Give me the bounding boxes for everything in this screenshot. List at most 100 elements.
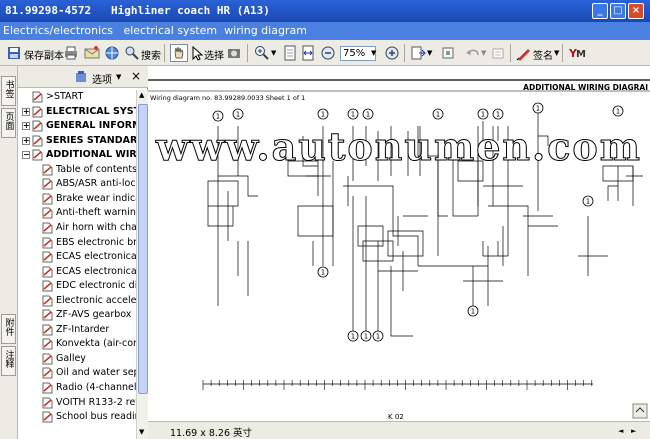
- search-icon[interactable]: [124, 45, 140, 61]
- close-icon: ×: [631, 5, 641, 16]
- bookmark-item[interactable]: ZF-AVS gearbox: [18, 308, 136, 322]
- sign-chevron-icon[interactable]: ▼: [554, 49, 559, 57]
- fit-width-icon[interactable]: [300, 45, 316, 61]
- options-menu-button[interactable]: 选项: [92, 71, 112, 86]
- minimize-button[interactable]: _: [592, 3, 608, 19]
- sign-pen-icon[interactable]: [516, 45, 532, 61]
- undo-icon[interactable]: [465, 45, 481, 61]
- connector-number: 1: [364, 333, 368, 341]
- wiring-diagram: 1 1 1 1 1 1 1 11 1111 1 11: [148, 79, 650, 390]
- bookmark-label: ZF-AVS gearbox: [56, 309, 132, 321]
- bookmark-item[interactable]: Radio (4-channel au: [18, 381, 136, 395]
- bookmark-section[interactable]: >START: [18, 90, 136, 104]
- bookmark-label: EBS electronic brake: [56, 236, 136, 248]
- chevron-down-icon[interactable]: ▼: [271, 49, 276, 57]
- yahoo-messenger-icon[interactable]: YM: [568, 45, 588, 61]
- bookmark-page-icon: [42, 178, 53, 190]
- bookmark-label: ABS/ASR anti-lock br: [56, 178, 136, 190]
- status-left-arrow-icon[interactable]: ◄: [618, 427, 623, 435]
- fit-page-icon[interactable]: [282, 45, 298, 61]
- hand-tool-icon[interactable]: [170, 44, 188, 62]
- tab-attachments[interactable]: 附件: [1, 314, 16, 344]
- save-copy-button[interactable]: 保存副本: [24, 47, 64, 65]
- connector-number: 1: [376, 333, 380, 341]
- sign-button[interactable]: 签名: [533, 47, 553, 65]
- bookmark-item[interactable]: Table of contents: [18, 163, 136, 177]
- bookmark-item[interactable]: ABS/ASR anti-lock br: [18, 177, 136, 191]
- connector-number: 1: [616, 108, 620, 116]
- bookmark-page-icon: [42, 280, 53, 292]
- save-copy-icon[interactable]: [6, 45, 22, 61]
- bookmark-item[interactable]: Konvekta (air-conditi: [18, 337, 136, 351]
- title-bar: 81.99298-4572 Highliner coach HR (A13) _…: [0, 0, 650, 22]
- bookmark-item[interactable]: ZF-Intarder: [18, 323, 136, 337]
- bookmark-page-icon: [32, 135, 43, 147]
- scroll-up-icon[interactable]: ▲: [139, 91, 144, 99]
- expand-icon[interactable]: +: [22, 136, 30, 145]
- main-toolbar: 保存副本 搜索 选择 ▼ 75% ▼ ▼ ▼ 签名 ▼ YM: [0, 40, 650, 66]
- search-button[interactable]: 搜索: [141, 47, 161, 65]
- print-icon[interactable]: [63, 45, 79, 61]
- maximize-button[interactable]: □: [610, 3, 626, 19]
- bookmark-section[interactable]: − ADDITIONAL WIRING: [18, 148, 136, 162]
- redo-icon[interactable]: [490, 45, 506, 61]
- bookmark-page-icon: [32, 120, 43, 132]
- sheet-reference: K 02: [388, 413, 404, 421]
- bookmark-section[interactable]: + SERIES STANDARD: [18, 134, 136, 148]
- status-right-arrow-icon[interactable]: ►: [631, 427, 636, 435]
- layout-chevron-icon[interactable]: ▼: [427, 49, 432, 57]
- email-icon[interactable]: [84, 45, 100, 61]
- bookmark-item[interactable]: Oil and water separa: [18, 366, 136, 380]
- rotate-view-icon[interactable]: [440, 45, 456, 61]
- bookmark-section[interactable]: + ELECTRICAL SYSTEM: [18, 105, 136, 119]
- bookmark-item[interactable]: ECAS electronically c: [18, 265, 136, 279]
- bookmark-label: >START: [46, 91, 84, 102]
- page-layout-icon[interactable]: [410, 45, 426, 61]
- watermark: www.autonumen.com: [156, 124, 642, 170]
- zoom-out-icon[interactable]: [320, 45, 336, 61]
- options-chevron-icon[interactable]: ▼: [116, 73, 121, 81]
- diagram-header: ADDITIONAL WIRING DIAGRAI: [523, 83, 648, 92]
- expand-icon[interactable]: +: [22, 122, 30, 131]
- bookmark-label: Oil and water separa: [56, 367, 136, 379]
- bookmark-item[interactable]: Brake wear indicator: [18, 192, 136, 206]
- zoom-dropdown-chevron-icon[interactable]: ▼: [371, 49, 376, 57]
- bookmark-item[interactable]: School bus readines: [18, 410, 136, 424]
- close-panel-icon[interactable]: ×: [131, 69, 141, 83]
- scrollbar-thumb[interactable]: [138, 104, 148, 394]
- collapse-icon[interactable]: −: [22, 151, 30, 160]
- bookmark-item[interactable]: Anti-theft warning sy: [18, 206, 136, 220]
- connector-number: 1: [586, 198, 590, 206]
- zoom-in-tool-icon[interactable]: [254, 45, 270, 61]
- tab-pages[interactable]: 页面: [1, 108, 16, 138]
- zoom-in-icon[interactable]: [384, 45, 400, 61]
- bookmark-options-icon[interactable]: [74, 70, 88, 84]
- bookmark-page-icon: [42, 193, 53, 205]
- connector-number: 1: [321, 269, 325, 277]
- tab-comments[interactable]: 注释: [1, 346, 16, 376]
- bookmark-item[interactable]: Electronic accelerato: [18, 294, 136, 308]
- undo-chevron-icon[interactable]: ▼: [481, 49, 486, 57]
- bookmark-page-icon: [42, 222, 53, 234]
- bookmark-item[interactable]: Air horn with change: [18, 221, 136, 235]
- bookmark-label: Galley: [56, 352, 86, 364]
- network-icon[interactable]: [104, 45, 120, 61]
- close-button[interactable]: ×: [628, 3, 644, 19]
- expand-icon[interactable]: +: [22, 107, 30, 116]
- scroll-down-icon[interactable]: ▼: [139, 428, 144, 436]
- bookmark-section[interactable]: + GENERAL INFORMATION: [18, 119, 136, 133]
- bookmark-item[interactable]: VOITH R133-2 retarc: [18, 396, 136, 410]
- bookmark-page-icon: [42, 251, 53, 263]
- bookmark-item[interactable]: Galley: [18, 352, 136, 366]
- select-tool-button[interactable]: 选择: [204, 47, 224, 65]
- bookmark-item[interactable]: EBS electronic brake: [18, 236, 136, 250]
- bookmarks-panel: 选项 ▼ × >START + ELECTRICAL SYSTEM + GENERAL …: [18, 66, 148, 439]
- connector-number: 1: [436, 111, 440, 119]
- bookmark-item[interactable]: EDC electronic diese: [18, 279, 136, 293]
- tab-bookmarks[interactable]: 书签: [1, 76, 16, 106]
- page-scroll-icon[interactable]: [632, 403, 648, 419]
- bookmark-item[interactable]: ECAS electronically c: [18, 250, 136, 264]
- bookmarks-scrollbar[interactable]: ▲ ▼: [136, 90, 148, 439]
- document-view[interactable]: 1111111111111111 ADDITIONAL WIRING DIAGR…: [148, 66, 650, 439]
- snapshot-tool-icon[interactable]: [226, 45, 242, 61]
